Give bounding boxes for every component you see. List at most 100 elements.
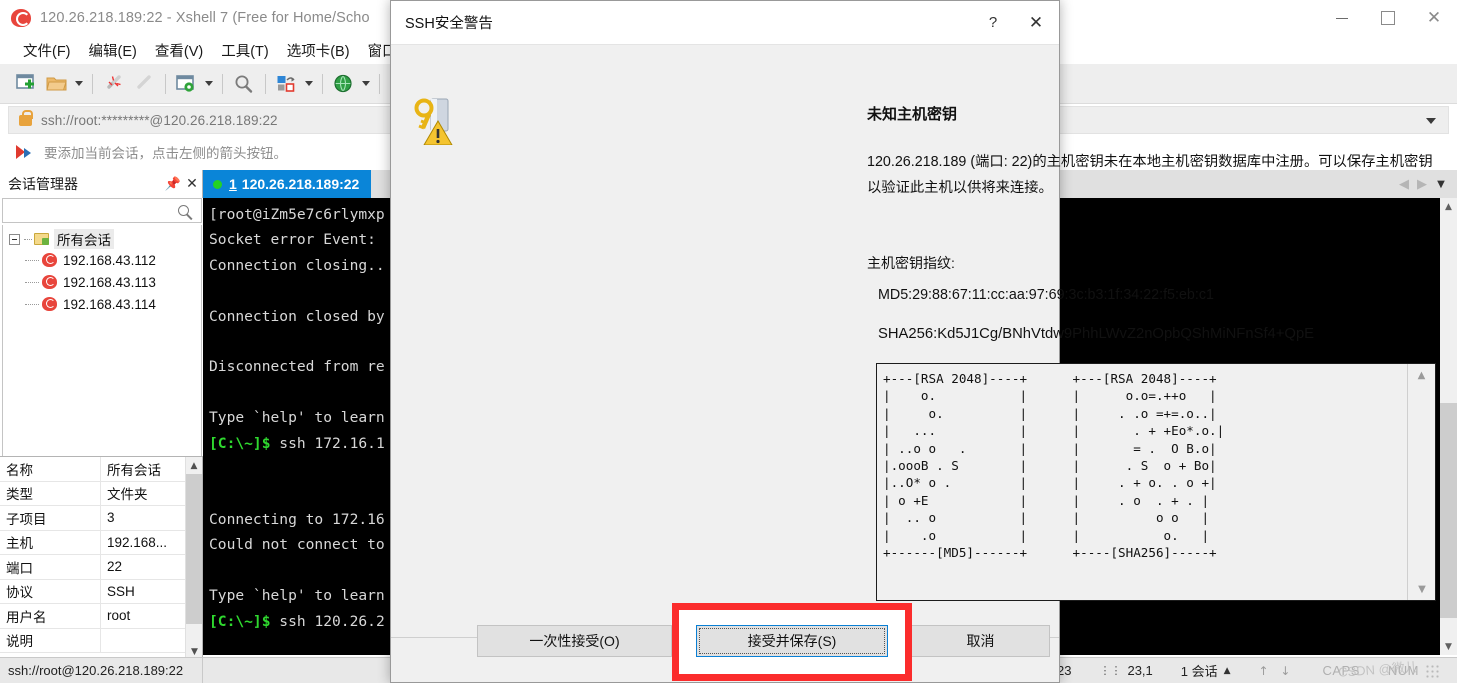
dialog-paragraph: 120.26.218.189 (端口: 22)的主机密钥未在本地主机密钥数据库中… — [867, 154, 1433, 196]
property-key: 类型 — [0, 481, 101, 505]
window-title: 120.26.218.189:22 - Xshell 7 (Free for H… — [40, 9, 370, 26]
close-icon[interactable]: ✕ — [182, 176, 202, 192]
transfer-file-icon[interactable] — [272, 69, 302, 99]
tree-node-session[interactable]: 192.168.43.114 — [3, 293, 201, 315]
terminal-scrollbar[interactable]: ▲ ▼ — [1440, 198, 1457, 655]
property-key: 协议 — [0, 579, 101, 603]
randomart-box: +---[RSA 2048]----+ +---[RSA 2048]----+ … — [876, 363, 1436, 601]
folder-icon — [34, 233, 49, 245]
property-key: 说明 — [0, 628, 101, 652]
terminal-line: [root@iZm5e7c6rlymxp — [209, 206, 385, 223]
toolbar-separator — [165, 73, 166, 94]
dialog-body: 未知主机密钥 120.26.218.189 (端口: 22)的主机密钥未在本地主… — [391, 45, 1436, 647]
find-icon[interactable] — [229, 69, 259, 99]
search-icon[interactable] — [178, 205, 189, 216]
status-connection: ssh://root@120.26.218.189:22 — [0, 657, 203, 683]
tab-session-1[interactable]: 1 120.26.218.189:22 — [203, 170, 372, 198]
session-icon — [42, 253, 57, 267]
terminal-line: Connecting to 172.16 — [209, 510, 385, 528]
key-warning-icon — [411, 95, 457, 146]
disconnect-icon[interactable] — [99, 69, 129, 99]
menu-file[interactable]: 文件(F) — [14, 38, 80, 63]
close-icon[interactable]: ✕ — [1013, 13, 1059, 33]
xshell-snail-icon — [10, 7, 32, 29]
session-search-box[interactable] — [2, 198, 202, 223]
session-properties-caret[interactable] — [202, 69, 216, 99]
maximize-icon[interactable] — [1365, 0, 1411, 36]
scroll-down-icon[interactable]: ▼ — [1408, 578, 1436, 600]
chevron-down-icon[interactable] — [1426, 118, 1436, 124]
table-row: 端口 22 — [0, 555, 202, 580]
xshell-application-window: 120.26.218.189:22 - Xshell 7 (Free for H… — [0, 0, 1457, 683]
terminal-command: ssh 172.16.1 — [270, 434, 385, 452]
pin-icon[interactable]: 📌 — [164, 177, 182, 192]
tree-node-label: 所有会话 — [54, 229, 114, 249]
session-properties-icon[interactable] — [172, 69, 202, 99]
connected-status-dot — [213, 179, 222, 189]
open-folder-icon[interactable] — [42, 69, 72, 99]
tab-label: 120.26.218.189:22 — [241, 176, 360, 192]
accept-and-save-button[interactable]: 接受并保存(S) — [696, 625, 888, 657]
toolbar-separator — [265, 73, 266, 94]
resize-grip-icon[interactable] — [1425, 663, 1439, 678]
menu-tabs[interactable]: 选项卡(B) — [278, 38, 359, 63]
terminal-line: Connection closed by — [209, 307, 385, 325]
arrow-left-icon[interactable] — [16, 144, 36, 160]
property-key: 主机 — [0, 530, 101, 554]
status-session-count[interactable]: 1 会话 ▲ — [1167, 661, 1245, 680]
caps-label: CAPS — [1322, 663, 1360, 678]
tree-node-session[interactable]: 192.168.43.113 — [3, 271, 201, 293]
scroll-up-icon[interactable]: ▲ — [186, 457, 202, 474]
window-controls: ✕ — [1319, 0, 1457, 36]
tab-number: 1 — [229, 176, 237, 192]
traffic-arrows-icon: ↑ ↓ — [1258, 663, 1295, 678]
session-manager-title: 会话管理器 — [8, 176, 78, 192]
hint-text: 要添加当前会话，点击左侧的箭头按钮。 — [44, 146, 287, 161]
tree-node-label: 192.168.43.114 — [63, 296, 156, 312]
session-properties-table: 名称 所有会话 类型 文件夹 子项目 3 主机 192.168... 端口 22… — [0, 456, 203, 659]
reconnect-icon[interactable] — [129, 69, 159, 99]
address-input[interactable]: ssh://root:*********@120.26.218.189:22 — [41, 113, 278, 128]
help-icon[interactable]: ? — [973, 14, 1013, 31]
fingerprint-md5: MD5:29:88:67:11:cc:aa:97:69:3c:b3:1f:34:… — [878, 287, 1214, 303]
toolbar-separator — [322, 73, 323, 94]
fingerprint-sha256: SHA256:Kd5J1Cg/BNhVtdw9PhhLWvZ2nOpbQShMi… — [878, 326, 1315, 342]
scroll-up-icon[interactable]: ▲ — [1440, 198, 1457, 215]
scroll-up-icon[interactable]: ▲ — [1408, 364, 1435, 386]
tree-node-label: 192.168.43.112 — [63, 252, 156, 268]
web-browser-caret[interactable] — [359, 69, 373, 99]
properties-scrollbar[interactable]: ▲ ▼ — [185, 457, 202, 659]
web-browser-icon[interactable] — [329, 69, 359, 99]
menu-view[interactable]: 查看(V) — [146, 38, 212, 63]
menu-edit[interactable]: 编辑(E) — [80, 38, 146, 63]
transfer-file-caret[interactable] — [302, 69, 316, 99]
accept-once-button[interactable]: 一次性接受(O) — [477, 625, 672, 657]
status-caps-indicator: CAPS — [1308, 663, 1373, 678]
property-key: 名称 — [0, 457, 101, 481]
table-row: 协议 SSH — [0, 579, 202, 604]
randomart-text: +---[RSA 2048]----+ +---[RSA 2048]----+ … — [883, 371, 1225, 561]
fingerprint-label: 主机密钥指纹: — [867, 255, 955, 271]
table-row: 类型 文件夹 — [0, 481, 202, 506]
tree-node-session[interactable]: 192.168.43.112 — [3, 249, 201, 271]
terminal-prompt: [C:\~]$ — [209, 612, 271, 630]
cancel-button[interactable]: 取消 — [911, 625, 1050, 657]
terminal-prompt: [C:\~]$ — [209, 434, 271, 452]
terminal-line: Type `help' to learn — [209, 587, 385, 605]
tree-node-all-sessions[interactable]: 所有会话 — [3, 229, 201, 249]
new-session-icon[interactable] — [12, 69, 42, 99]
randomart-scrollbar[interactable]: ▲ ▼ — [1407, 364, 1435, 600]
table-row: 名称 所有会话 — [0, 457, 202, 482]
menu-tools[interactable]: 工具(T) — [212, 38, 278, 63]
status-traffic-indicator: ↑ ↓ — [1245, 664, 1309, 678]
chevron-up-icon[interactable]: ▲ — [1224, 666, 1231, 676]
close-icon[interactable]: ✕ — [1411, 0, 1457, 36]
scrollbar-thumb[interactable] — [1440, 403, 1457, 618]
scroll-down-icon[interactable]: ▼ — [1440, 638, 1457, 655]
expander-icon[interactable] — [9, 233, 20, 245]
tree-line — [25, 259, 39, 261]
minimize-icon[interactable] — [1319, 0, 1365, 36]
open-folder-caret[interactable] — [72, 69, 86, 99]
table-row: 主机 192.168... — [0, 530, 202, 555]
scrollbar-thumb[interactable] — [186, 474, 202, 624]
